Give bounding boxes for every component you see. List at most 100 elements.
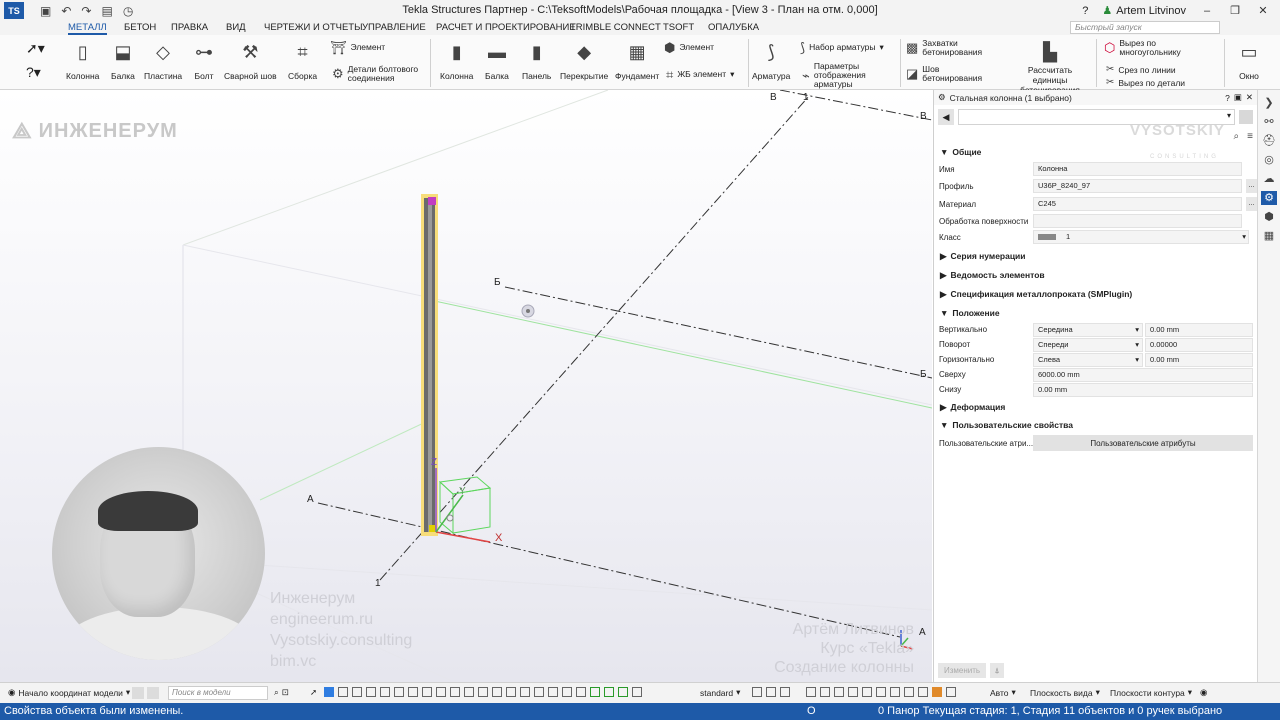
zoom-icon[interactable]: ⊡ [282, 687, 289, 698]
select-planes-icon[interactable] [436, 687, 446, 697]
select-ref-icon[interactable] [534, 687, 544, 697]
select-points-icon[interactable] [422, 687, 432, 697]
tab-steel[interactable]: МЕТАЛЛ [68, 22, 107, 35]
tab-trimble-connect[interactable]: TRIMBLE CONNECT [570, 22, 661, 33]
close-icon[interactable]: ✕ [1246, 92, 1253, 103]
snap-free-icon[interactable] [904, 687, 914, 697]
snap-end-icon[interactable] [806, 687, 816, 697]
origin-tool-icon[interactable] [147, 687, 159, 699]
catalog-grid-icon[interactable]: ▦ [1261, 229, 1277, 243]
select-visible-icon[interactable] [576, 687, 586, 697]
section-deformation[interactable]: ▶ Деформация [934, 398, 1257, 416]
material-field[interactable]: C245 [1033, 197, 1242, 211]
select-pointer-icon[interactable]: ➚ [310, 687, 320, 697]
slab-button[interactable]: ◆ Перекрытие [560, 41, 608, 82]
filter-icon[interactable]: ≡ [1247, 131, 1253, 142]
model-search-input[interactable]: Поиск в модели [168, 686, 268, 700]
maximize-button[interactable]: ❐ [1228, 4, 1242, 17]
polygon-cut-button[interactable]: ⬡ Вырез по многоугольнику [1104, 39, 1194, 57]
select-views-icon[interactable] [506, 687, 516, 697]
section-spec[interactable]: ▶ Спецификация металлопроката (SMPlugin) [934, 285, 1257, 303]
contour-plane-select[interactable]: Плоскости контура ▾ [1110, 687, 1192, 698]
bottom-level-field[interactable]: 0.00 mm [1033, 382, 1253, 397]
top-level-field[interactable]: 6000.00 mm [1033, 367, 1253, 382]
select-components-icon[interactable] [352, 687, 362, 697]
select-all-icon[interactable] [338, 687, 348, 697]
tab-tsoft[interactable]: TSOFT [663, 22, 694, 33]
line-cut-button[interactable]: ✂ Срез по линии [1106, 64, 1176, 76]
part-cut-button[interactable]: ✂ Вырез по детали [1106, 77, 1185, 89]
help-icon[interactable]: ? [1082, 5, 1088, 17]
link-icon[interactable]: ⚯ [1261, 115, 1277, 129]
horizontal-offset-field[interactable]: 0.00 mm [1145, 352, 1253, 367]
snap-mid-icon[interactable] [834, 687, 844, 697]
snap-intersect-icon[interactable] [848, 687, 858, 697]
steel-element-button[interactable]: ⛩ Элемент [330, 41, 385, 55]
assembly-button[interactable]: ⌗ Сборка [288, 41, 317, 82]
rc-element-button[interactable]: ⌗ ЖБ элемент ▾ [666, 68, 734, 82]
pour-joint-button[interactable]: ◪ Шов бетонирования [906, 65, 1000, 83]
select-pour-icon[interactable] [492, 687, 502, 697]
tab-manage[interactable]: УПРАВЛЕНИЕ [362, 22, 426, 33]
snap-grid-icon[interactable] [766, 687, 776, 697]
select-surfaces-icon[interactable] [478, 687, 488, 697]
select-parts-icon[interactable] [324, 687, 334, 697]
globe-icon[interactable]: ◎ [1261, 153, 1277, 167]
snap-center-icon[interactable] [820, 687, 830, 697]
history-icon[interactable]: ◷ [123, 4, 133, 18]
origin-select[interactable]: ◉ Начало координат модели ▾ [8, 687, 130, 698]
section-user-properties[interactable]: ▼ Пользовательские свойства [934, 416, 1257, 434]
concrete-column-button[interactable]: ▮ Колонна [440, 41, 473, 82]
vertical-select[interactable]: Середина ▾ [1033, 322, 1143, 337]
calc-pour-button[interactable]: ▙ Рассчитать единицы бетонирования [1012, 41, 1088, 96]
search-icon[interactable]: ⌕ [274, 687, 279, 698]
help-icon[interactable]: ? [1225, 93, 1230, 103]
snap-nearest-icon[interactable] [890, 687, 900, 697]
visibility-toggle[interactable]: ◉ [1200, 687, 1207, 698]
modify-button[interactable]: Изменить [938, 663, 986, 678]
snap-extension-icon[interactable] [918, 687, 928, 697]
select-filter-green2-icon[interactable] [604, 687, 614, 697]
concrete-beam-button[interactable]: ▬ Балка [485, 41, 509, 82]
tab-view[interactable]: ВИД [226, 22, 246, 33]
select-obj-icon[interactable] [562, 687, 572, 697]
snap-eye-icon[interactable] [780, 687, 790, 697]
view-plane-select[interactable]: Плоскость вида ▾ [1030, 687, 1100, 698]
tab-formwork[interactable]: ОПАЛУБКА [708, 22, 759, 33]
save-properties-button[interactable] [1239, 110, 1253, 124]
rebar-display-button[interactable]: ⌁ Параметры отображения арматуры [802, 62, 892, 89]
section-position[interactable]: ▼ Положение [934, 304, 1257, 322]
rebar-button[interactable]: ⟆ Арматура [752, 41, 790, 82]
rotation-offset-field[interactable]: 0.00000 [1145, 337, 1253, 352]
user-menu[interactable]: ♟ Artem Litvinov [1102, 4, 1186, 18]
select-eye-icon[interactable] [632, 687, 642, 697]
tab-concrete[interactable]: БЕТОН [124, 22, 156, 33]
tab-edit[interactable]: ПРАВКА [171, 22, 208, 33]
bolt-parts-button[interactable]: ⚙ Детали болтового соединения [332, 65, 424, 83]
rebar-set-button[interactable]: ⟆ Набор арматуры ▾ [800, 41, 884, 55]
vertical-offset-field[interactable]: 0.00 mm [1145, 322, 1253, 337]
select-cuts-icon[interactable] [450, 687, 460, 697]
back-button[interactable]: ◀ [938, 109, 954, 125]
property-set-select[interactable]: ▾ [958, 109, 1235, 125]
profile-field[interactable]: U36P_8240_97 [1033, 179, 1242, 193]
column-handle-bottom[interactable] [429, 525, 436, 532]
select-assemblies-icon[interactable] [366, 687, 376, 697]
name-field[interactable]: Колонна [1033, 162, 1242, 176]
move-handle-icon[interactable] [446, 514, 454, 522]
tab-drawings[interactable]: ЧЕРТЕЖИ И ОТЧЕТЫ [264, 22, 363, 33]
select-bolts-icon[interactable] [380, 687, 390, 697]
material-browse-button[interactable]: ... [1246, 197, 1257, 211]
select-filter-green3-icon[interactable] [618, 687, 628, 697]
tekla-app-icon[interactable]: TS [4, 2, 24, 19]
snap-perp-icon[interactable] [862, 687, 872, 697]
model-viewport[interactable]: Б Б А А В В 1 1 X Y Z ⟁ ИНЖЕНЕРУМ Инжене… [0, 90, 932, 682]
cloud-icon[interactable]: ☁ [1261, 172, 1277, 186]
filter-checkbox-icon[interactable]: ⍋ [990, 663, 1004, 678]
class-select[interactable]: 1 ▾ [1033, 230, 1249, 244]
origin-tool-icon[interactable] [132, 687, 144, 699]
pour-breaks-button[interactable]: ▩ Захватки бетонирования [906, 39, 986, 57]
properties-gear-icon[interactable]: ⚙ [1261, 191, 1277, 205]
snap-settings-icon[interactable] [752, 687, 762, 697]
snap-crossed-icon[interactable] [946, 687, 956, 697]
